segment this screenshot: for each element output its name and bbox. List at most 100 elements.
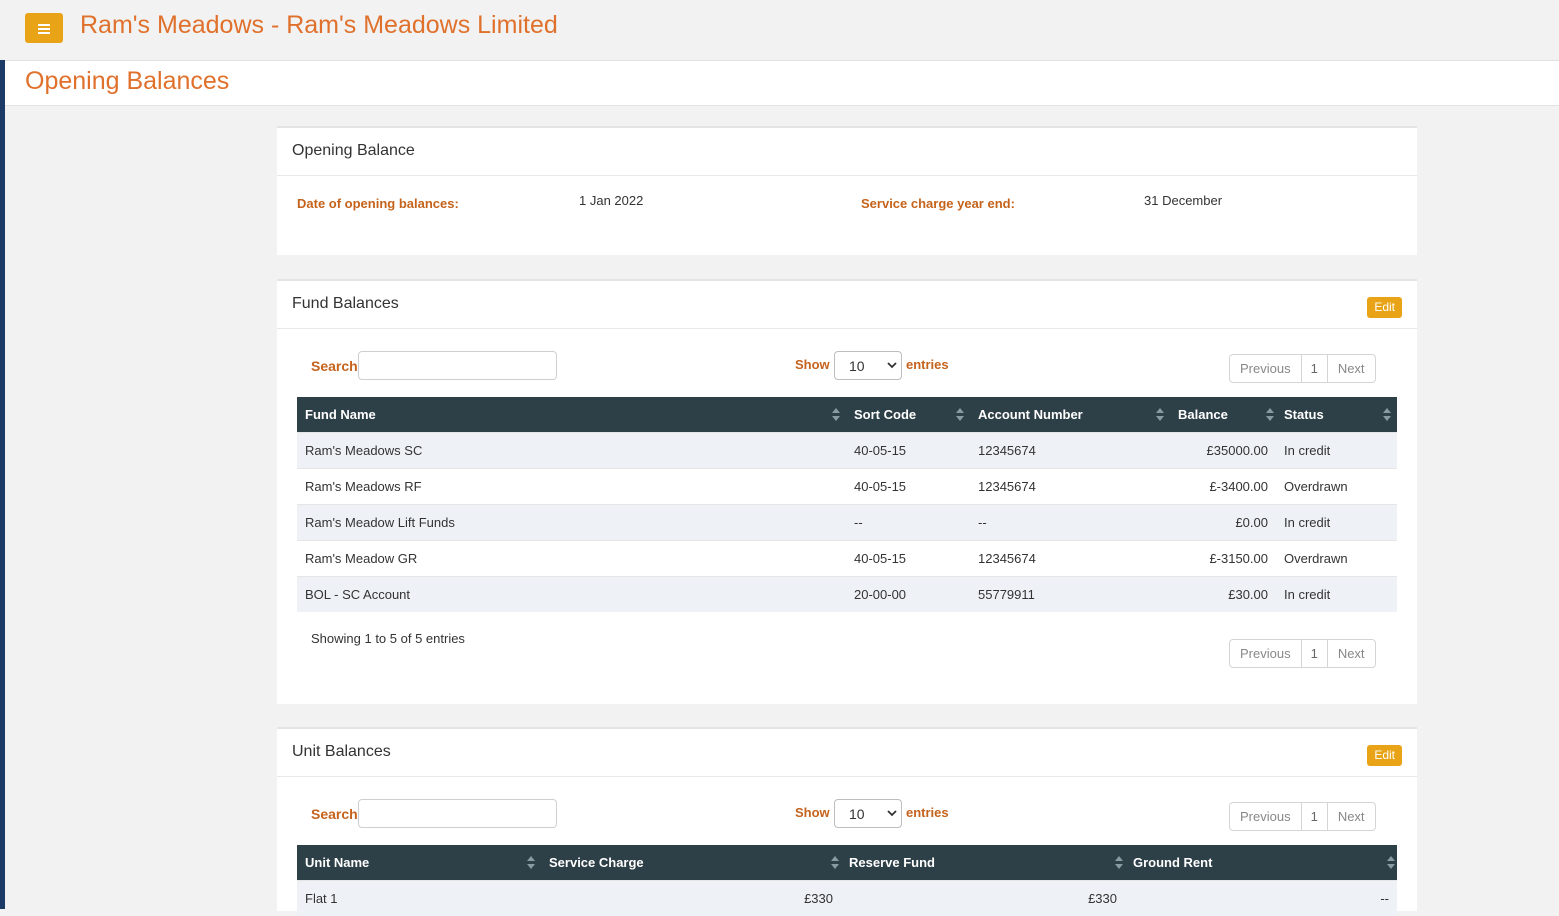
col-unit-name[interactable]: Unit Name <box>297 845 541 881</box>
sort-icon <box>527 856 535 869</box>
balance-cell: £35000.00 <box>1170 433 1276 469</box>
chevron-down-icon <box>887 360 897 370</box>
year-end-value: 31 December <box>1144 193 1222 208</box>
balance-cell: £-3150.00 <box>1170 541 1276 577</box>
fund-next-button-bottom[interactable]: Next <box>1328 640 1375 667</box>
unit-edit-button[interactable]: Edit <box>1367 745 1402 766</box>
table-row: Ram's Meadow Lift Funds -- -- £0.00 In c… <box>297 505 1397 541</box>
account-number-cell: 12345674 <box>970 433 1170 469</box>
account-number-cell: -- <box>970 505 1170 541</box>
fund-page-1-button-bottom[interactable]: 1 <box>1302 640 1328 667</box>
fund-balances-header: Fund Balances Edit <box>277 281 1417 329</box>
account-number-cell: 55779911 <box>970 577 1170 613</box>
unit-next-button[interactable]: Next <box>1328 803 1375 830</box>
fund-entries-label: entries <box>906 357 949 372</box>
col-status[interactable]: Status <box>1276 397 1397 433</box>
fund-entries-value: 10 <box>849 358 865 374</box>
status-cell: Overdrawn <box>1276 469 1397 505</box>
app-title: Ram's Meadows - Ram's Meadows Limited <box>80 11 558 40</box>
table-row: Ram's Meadows SC 40-05-15 12345674 £3500… <box>297 433 1397 469</box>
menu-toggle-button[interactable] <box>25 13 63 43</box>
unit-prev-button[interactable]: Previous <box>1230 803 1302 830</box>
sort-icon <box>1115 856 1123 869</box>
fund-pager-top: Previous 1 Next <box>1229 354 1376 383</box>
fund-table-info: Showing 1 to 5 of 5 entries <box>311 631 465 646</box>
chevron-down-icon <box>887 808 897 818</box>
fund-balances-table: Fund Name Sort Code Account Number Balan… <box>297 397 1397 612</box>
unit-name-cell: Flat 1 <box>297 881 541 916</box>
unit-entries-label: entries <box>906 805 949 820</box>
top-bar: Ram's Meadows - Ram's Meadows Limited <box>5 0 1559 61</box>
account-number-cell: 12345674 <box>970 469 1170 505</box>
unit-balances-title: Unit Balances <box>292 743 391 761</box>
year-end-label: Service charge year end: <box>861 196 1015 211</box>
opening-balance-header: Opening Balance <box>277 128 1417 176</box>
col-service-charge[interactable]: Service Charge <box>541 845 841 881</box>
reserve-fund-cell: £330 <box>841 881 1125 916</box>
col-reserve-fund[interactable]: Reserve Fund <box>841 845 1125 881</box>
status-cell: In credit <box>1276 505 1397 541</box>
opening-balance-title: Opening Balance <box>292 142 415 160</box>
table-row: Flat 1 £330 £330 -- <box>297 881 1397 916</box>
sort-icon <box>1387 856 1395 869</box>
fund-balances-title: Fund Balances <box>292 295 399 313</box>
fund-next-button[interactable]: Next <box>1328 355 1375 382</box>
fund-entries-select[interactable]: 10 <box>834 351 902 380</box>
status-cell: In credit <box>1276 433 1397 469</box>
left-accent-bar <box>0 60 5 909</box>
fund-show-label: Show <box>795 357 830 372</box>
col-balance[interactable]: Balance <box>1170 397 1276 433</box>
fund-pager-bottom: Previous 1 Next <box>1229 639 1376 668</box>
sort-icon <box>956 408 964 421</box>
unit-page-1-button[interactable]: 1 <box>1302 803 1328 830</box>
fund-search-label: Search <box>311 358 358 374</box>
unit-balances-header: Unit Balances Edit <box>277 729 1417 777</box>
table-row: Ram's Meadows RF 40-05-15 12345674 £-340… <box>297 469 1397 505</box>
col-ground-rent[interactable]: Ground Rent <box>1125 845 1397 881</box>
table-row: BOL - SC Account 20-00-00 55779911 £30.0… <box>297 577 1397 613</box>
unit-entries-value: 10 <box>849 806 865 822</box>
opening-balance-panel: Opening Balance Date of opening balances… <box>277 126 1417 255</box>
service-charge-cell: £330 <box>541 881 841 916</box>
fund-edit-button[interactable]: Edit <box>1367 297 1402 318</box>
fund-page-1-button[interactable]: 1 <box>1302 355 1328 382</box>
col-sort-code[interactable]: Sort Code <box>846 397 970 433</box>
sort-icon <box>1266 408 1274 421</box>
sort-icon <box>831 856 839 869</box>
account-number-cell: 12345674 <box>970 541 1170 577</box>
opening-date-value: 1 Jan 2022 <box>579 193 643 208</box>
fund-prev-button-bottom[interactable]: Previous <box>1230 640 1302 667</box>
fund-name-cell: BOL - SC Account <box>297 577 846 613</box>
sort-code-cell: 40-05-15 <box>846 469 970 505</box>
sort-icon <box>1156 408 1164 421</box>
opening-date-label: Date of opening balances: <box>297 196 459 211</box>
fund-search-input[interactable] <box>358 351 557 380</box>
col-account-number[interactable]: Account Number <box>970 397 1170 433</box>
unit-show-label: Show <box>795 805 830 820</box>
status-cell: In credit <box>1276 577 1397 613</box>
unit-entries-select[interactable]: 10 <box>834 799 902 828</box>
unit-search-input[interactable] <box>358 799 557 828</box>
fund-name-cell: Ram's Meadow GR <box>297 541 846 577</box>
unit-search-label: Search <box>311 806 358 822</box>
unit-balances-panel: Unit Balances Edit Search Show 10 entrie… <box>277 727 1417 911</box>
fund-name-cell: Ram's Meadows SC <box>297 433 846 469</box>
balance-cell: £0.00 <box>1170 505 1276 541</box>
fund-balances-panel: Fund Balances Edit Search Show 10 entrie… <box>277 279 1417 704</box>
sort-code-cell: 40-05-15 <box>846 541 970 577</box>
page-header: Opening Balances <box>5 61 1559 106</box>
page-title: Opening Balances <box>25 67 229 96</box>
col-fund-name[interactable]: Fund Name <box>297 397 846 433</box>
balance-cell: £30.00 <box>1170 577 1276 613</box>
sort-code-cell: 20-00-00 <box>846 577 970 613</box>
sort-icon <box>832 408 840 421</box>
fund-prev-button[interactable]: Previous <box>1230 355 1302 382</box>
table-row: Ram's Meadow GR 40-05-15 12345674 £-3150… <box>297 541 1397 577</box>
ground-rent-cell: -- <box>1125 881 1397 916</box>
hamburger-icon <box>38 24 50 33</box>
unit-pager-top: Previous 1 Next <box>1229 802 1376 831</box>
fund-name-cell: Ram's Meadow Lift Funds <box>297 505 846 541</box>
balance-cell: £-3400.00 <box>1170 469 1276 505</box>
fund-name-cell: Ram's Meadows RF <box>297 469 846 505</box>
sort-icon <box>1383 408 1391 421</box>
